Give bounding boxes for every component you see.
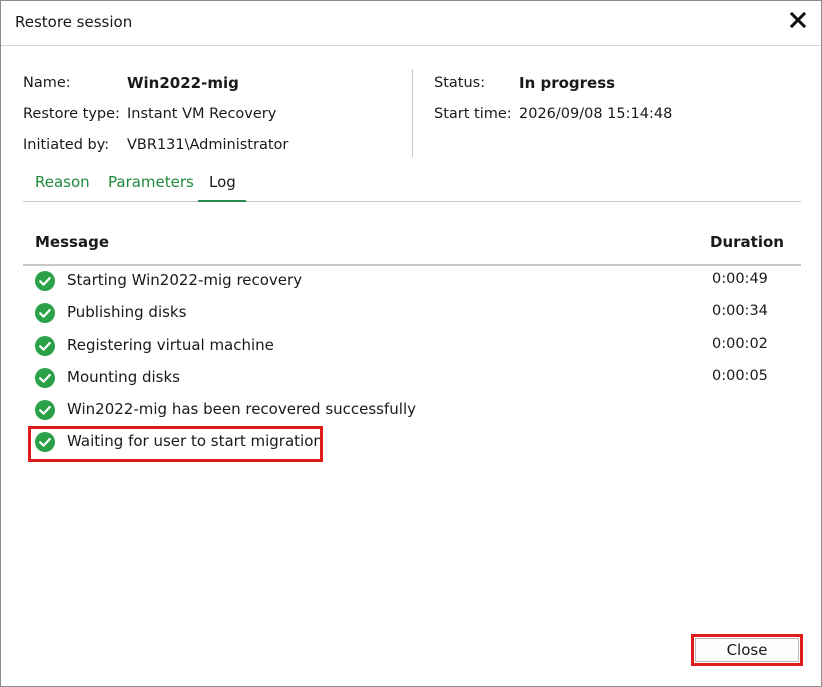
check-circle-icon (35, 368, 55, 388)
check-circle-icon (35, 271, 55, 291)
log-table-header: Message Duration (23, 226, 801, 266)
log-row[interactable]: Win2022-mig has been recovered successfu… (23, 394, 801, 426)
close-button-label: Close (695, 638, 799, 662)
log-row[interactable]: Starting Win2022-mig recovery 0:00:49 (23, 265, 801, 297)
tab-bar: Reason Parameters Log (23, 171, 801, 202)
start-time-label: Start time: (434, 106, 512, 122)
name-value: Win2022-mig (127, 74, 239, 92)
check-circle-icon (35, 400, 55, 420)
restore-session-dialog: Restore session Name: Win2022-mig Restor… (0, 0, 822, 687)
tab-log[interactable]: Log (207, 173, 238, 191)
status-value: In progress (519, 74, 616, 92)
column-header-message[interactable]: Message (35, 233, 109, 251)
tab-parameters[interactable]: Parameters (106, 173, 196, 191)
log-row[interactable]: Publishing disks 0:00:34 (23, 297, 801, 329)
log-message: Publishing disks (67, 303, 187, 321)
restore-type-value: Instant VM Recovery (127, 106, 277, 122)
log-row[interactable]: Mounting disks 0:00:05 (23, 362, 801, 394)
log-message: Waiting for user to start migration (67, 432, 323, 450)
active-tab-indicator (198, 200, 246, 202)
log-duration: 0:00:34 (712, 303, 768, 319)
log-message: Mounting disks (67, 368, 180, 386)
log-row[interactable]: Waiting for user to start migration (23, 426, 801, 458)
log-row[interactable]: Registering virtual machine 0:00:02 (23, 330, 801, 362)
dialog-title: Restore session (15, 13, 133, 31)
log-message: Starting Win2022-mig recovery (67, 271, 303, 289)
tab-reason[interactable]: Reason (33, 173, 92, 191)
restore-type-label: Restore type: (23, 106, 120, 122)
check-circle-icon (35, 432, 55, 452)
initiated-by-value: VBR131\Administrator (127, 137, 289, 153)
check-circle-icon (35, 336, 55, 356)
name-label: Name: (23, 75, 71, 91)
log-message: Registering virtual machine (67, 336, 274, 354)
initiated-by-label: Initiated by: (23, 137, 110, 153)
summary-divider (412, 69, 413, 157)
status-label: Status: (434, 75, 486, 91)
log-duration: 0:00:05 (712, 368, 768, 384)
close-x-icon[interactable] (787, 9, 809, 31)
log-message: Win2022-mig has been recovered successfu… (67, 400, 416, 418)
start-time-value: 2026/09/08 15:14:48 (519, 106, 673, 122)
title-bar: Restore session (1, 1, 821, 46)
log-duration: 0:00:02 (712, 336, 768, 352)
log-duration: 0:00:49 (712, 271, 768, 287)
check-circle-icon (35, 303, 55, 323)
close-button[interactable]: Close (691, 634, 803, 666)
column-header-duration[interactable]: Duration (710, 233, 784, 251)
